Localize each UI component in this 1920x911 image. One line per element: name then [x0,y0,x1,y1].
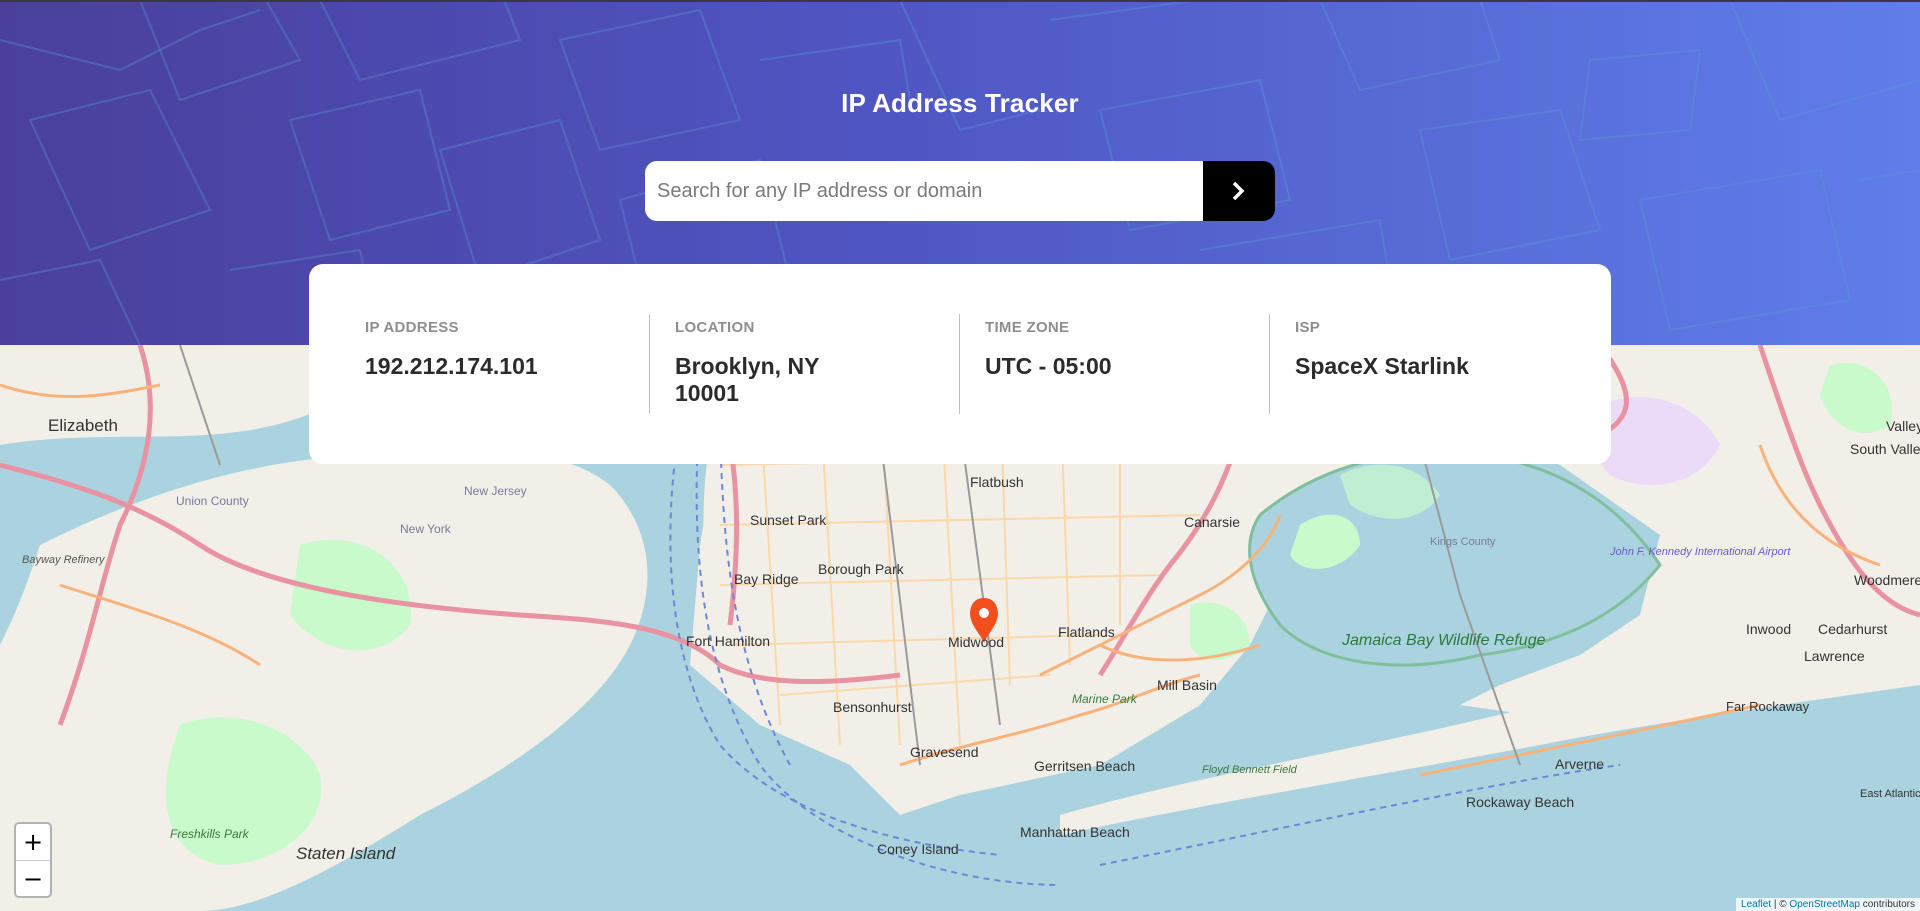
zoom-control: + − [14,822,52,898]
map-label-rockaway-beach: Rockaway Beach [1466,794,1574,810]
location-value-line1: Brooklyn, NY [675,353,820,379]
attribution-suffix: contributors [1859,899,1915,910]
isp-value: SpaceX Starlink [1295,353,1469,379]
map-label-jamaica-bay: Jamaica Bay Wildlife Refuge [1341,632,1546,649]
map-label-gravesend: Gravesend [910,744,978,760]
map-label-arverne: Arverne [1555,756,1604,772]
map-label-sunset-park: Sunset Park [750,512,827,528]
map-label-flatbush: Flatbush [970,474,1024,490]
map-label-kings-county: Kings County [1430,536,1496,548]
map-label-coney-island: Coney Island [877,841,959,857]
map-label-canarsie: Canarsie [1184,514,1240,530]
map-label-union-county: Union County [176,494,249,508]
search-submit-button[interactable] [1203,161,1275,221]
map-label-flatlands: Flatlands [1058,624,1115,640]
map-label-woodmere: Woodmere [1854,572,1920,588]
zoom-in-button[interactable]: + [16,824,50,860]
map-label-bay-ridge: Bay Ridge [734,571,799,587]
timezone-value: UTC - 05:00 [985,353,1112,379]
map-label-fort-hamilton: Fort Hamilton [686,633,770,649]
leaflet-link[interactable]: Leaflet [1741,899,1771,910]
map-label-far-rockaway: Far Rockaway [1726,699,1810,714]
ip-address-section: IP ADDRESS 192.212.174.101 [365,314,650,414]
map-label-marine-park: Marine Park [1072,692,1138,706]
map-label-gerritsen-beach: Gerritsen Beach [1034,758,1135,774]
ip-address-label: IP ADDRESS [365,319,459,336]
search-input[interactable] [645,161,1203,221]
map-label-lawrence: Lawrence [1804,648,1865,664]
location-label: LOCATION [675,319,755,336]
osm-link[interactable]: OpenStreetMap [1789,899,1860,910]
map-attribution: Leaflet | © OpenStreetMap contributors [1736,898,1920,911]
map-label-borough-park: Borough Park [818,561,905,577]
attribution-separator: | © [1771,899,1790,910]
map-label-new-jersey: New Jersey [464,484,527,498]
search-form [645,161,1275,221]
isp-label: ISP [1295,319,1321,336]
ip-address-value: 192.212.174.101 [365,353,538,379]
timezone-label: TIME ZONE [985,319,1070,336]
ip-info-card: IP ADDRESS 192.212.174.101 LOCATION Broo… [309,264,1611,464]
location-value: Brooklyn, NY 10001 [675,353,940,407]
zoom-out-button[interactable]: − [16,860,50,896]
location-section: LOCATION Brooklyn, NY 10001 [650,314,960,414]
map-label-midwood: Midwood [948,634,1004,650]
page-title: IP Address Tracker [841,88,1079,118]
top-border [0,0,1920,2]
map-label-floyd-bennett: Floyd Bennett Field [1202,764,1298,776]
isp-section: ISP SpaceX Starlink [1270,314,1570,414]
map-label-manhattan-beach: Manhattan Beach [1020,824,1130,840]
map-label-staten-island: Staten Island [296,844,396,863]
chevron-right-icon [1232,181,1245,201]
map-label-bayway: Bayway Refinery [22,554,106,566]
map-label-elizabeth: Elizabeth [48,416,118,435]
map-label-cedarhurst: Cedarhurst [1818,621,1887,637]
map-label-mill-basin: Mill Basin [1157,677,1217,693]
map-label-bensonhurst: Bensonhurst [833,699,912,715]
map-label-new-york: New York [400,522,452,536]
map-label-freshkills: Freshkills Park [170,827,250,841]
map-label-valley: Valley [1886,418,1920,434]
timezone-section: TIME ZONE UTC - 05:00 [960,314,1270,414]
map-label-south-valley-stream: South Valley Stream [1850,441,1920,457]
map-label-east-atlantic-beach: East Atlantic Beach [1860,788,1920,800]
map-label-inwood: Inwood [1746,621,1791,637]
map-label-jfk: John F. Kennedy International Airport [1609,546,1791,558]
location-value-line2: 10001 [675,380,739,406]
